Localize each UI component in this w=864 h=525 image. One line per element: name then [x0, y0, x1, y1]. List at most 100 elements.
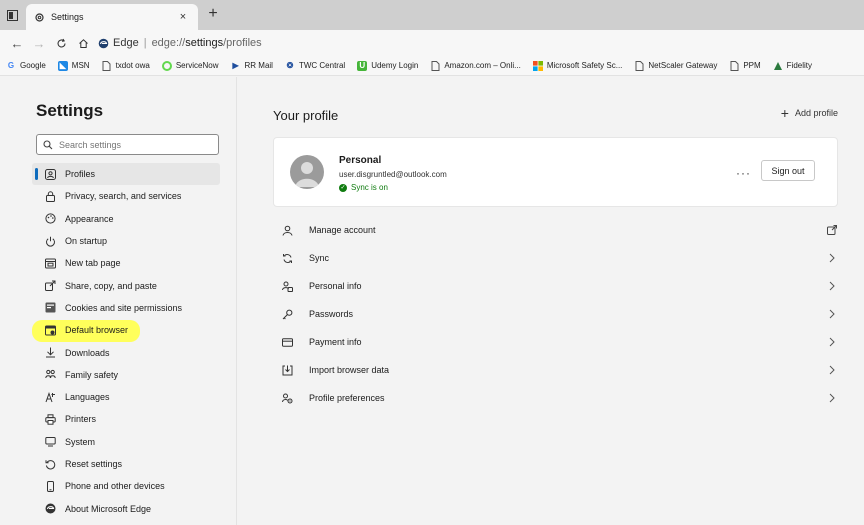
sidebar-item-share-copy-paste[interactable]: Share, copy, and paste	[32, 274, 220, 296]
sidebar-item-about-edge[interactable]: About Microsoft Edge	[32, 497, 220, 519]
rrmail-icon: ▶	[232, 61, 239, 70]
more-options-button[interactable]: ···	[736, 166, 751, 180]
sidebar-item-on-startup[interactable]: On startup	[32, 230, 220, 252]
sidebar-item-family-safety[interactable]: Family safety	[32, 364, 220, 386]
add-profile-label: Add profile	[794, 108, 838, 118]
forward-button[interactable]: →	[28, 32, 50, 54]
sidebar-item-new-tab-page[interactable]: New tab page	[32, 252, 220, 274]
menu-item-label: Profile preferences	[309, 393, 385, 403]
new-tab-button[interactable]: +	[204, 5, 222, 23]
menu-item-personal-info[interactable]: Personal info	[273, 272, 838, 300]
menu-item-label: Manage account	[309, 225, 376, 235]
sidebar-item-printers[interactable]: Printers	[32, 408, 220, 430]
bookmark-twc-central[interactable]: ❂ TWC Central	[285, 61, 346, 71]
sync-icon	[281, 252, 293, 264]
sidebar-item-label: Share, copy, and paste	[65, 280, 157, 291]
menu-item-manage-account[interactable]: Manage account	[273, 216, 838, 244]
sidebar-item-label: About Microsoft Edge	[65, 503, 152, 514]
bookmark-txdot-owa[interactable]: txdot owa	[102, 60, 150, 71]
sidebar-item-label: Profiles	[65, 169, 96, 180]
tab-settings[interactable]: Settings ×	[26, 4, 198, 30]
bookmark-google[interactable]: G Google	[6, 61, 46, 71]
menu-item-payment-info[interactable]: Payment info	[273, 328, 838, 356]
sidebar-item-cookies[interactable]: Cookies and site permissions	[32, 297, 220, 319]
bookmark-servicenow[interactable]: ServiceNow	[161, 60, 219, 71]
microsoft-icon	[532, 60, 543, 71]
bookmark-rr-mail[interactable]: ▶ RR Mail	[231, 61, 273, 71]
bookmark-label: NetScaler Gateway	[648, 61, 718, 70]
menu-item-profile-preferences[interactable]: Profile preferences	[273, 384, 838, 412]
chevron-right-icon	[826, 308, 838, 320]
menu-item-passwords[interactable]: Passwords	[273, 300, 838, 328]
sidebar-item-privacy[interactable]: Privacy, search, and services	[32, 185, 220, 207]
sidebar-item-label: Default browser	[65, 325, 129, 336]
newtab-icon	[44, 257, 56, 269]
refresh-button[interactable]	[50, 32, 72, 54]
bookmark-label: PPM	[743, 61, 761, 70]
page-icon	[102, 60, 112, 71]
menu-item-import-browser-data[interactable]: Import browser data	[273, 356, 838, 384]
chevron-right-icon	[826, 280, 838, 292]
bookmark-amazon[interactable]: Amazon.com – Onli...	[430, 60, 521, 71]
menu-item-label: Sync	[309, 253, 330, 263]
bookmark-microsoft-safety[interactable]: Microsoft Safety Sc...	[532, 60, 623, 71]
download-icon	[44, 347, 56, 359]
chevron-right-icon	[826, 392, 838, 404]
bookmark-udemy-login[interactable]: U Udemy Login	[357, 60, 419, 71]
sidebar-item-label: Reset settings	[65, 459, 123, 469]
fidelity-icon	[773, 61, 783, 71]
sidebar-item-default-browser[interactable]: Default browser	[32, 319, 220, 341]
plus-icon: +	[780, 105, 789, 121]
search-input[interactable]	[59, 139, 209, 150]
sidebar-item-appearance[interactable]: Appearance	[32, 208, 220, 230]
sign-out-button[interactable]: Sign out	[761, 160, 815, 181]
bookmark-ppm[interactable]: PPM	[729, 60, 761, 71]
bookmark-label: ServiceNow	[175, 61, 219, 70]
sidebar-item-profiles[interactable]: Profiles	[32, 163, 220, 186]
menu-item-sync[interactable]: Sync	[273, 244, 838, 272]
settings-sidebar: Settings Profiles Privacy, search, and s…	[0, 77, 237, 525]
address-bar[interactable]: Edge | edge://settings/profiles	[98, 32, 262, 54]
sidebar-item-system[interactable]: System	[32, 431, 220, 453]
address-suffix: /profiles	[223, 37, 262, 49]
cookies-icon	[44, 302, 56, 314]
external-link-icon[interactable]	[826, 224, 838, 236]
bookmark-msn[interactable]: ◣ MSN	[57, 60, 90, 71]
sidebar-item-phone-devices[interactable]: Phone and other devices	[32, 475, 220, 497]
profile-page: Your profile + Add profile Personal user…	[238, 77, 864, 525]
sidebar-item-downloads[interactable]: Downloads	[32, 341, 220, 363]
system-icon	[44, 436, 56, 448]
profile-prefs-icon	[281, 392, 293, 404]
address-brand: Edge	[113, 37, 139, 49]
home-button[interactable]	[72, 32, 94, 54]
sidebar-item-label: Printers	[65, 414, 97, 425]
import-icon	[281, 364, 293, 376]
sidebar-item-reset-settings[interactable]: Reset settings	[32, 453, 220, 475]
profile-icon	[44, 168, 56, 180]
printer-icon	[44, 413, 56, 425]
edge-icon	[98, 38, 109, 49]
back-button[interactable]: ←	[6, 32, 28, 54]
personal-info-icon	[281, 280, 293, 292]
profile-email: user.disgruntled@outlook.com	[339, 170, 447, 179]
tab-actions-icon[interactable]	[4, 7, 20, 23]
bookmark-netscaler-gateway[interactable]: NetScaler Gateway	[634, 60, 718, 71]
google-icon: G	[7, 61, 15, 70]
menu-item-label: Payment info	[309, 337, 362, 347]
phone-icon	[44, 480, 56, 492]
sidebar-item-languages[interactable]: Languages	[32, 386, 220, 408]
address-separator: |	[143, 37, 147, 49]
card-icon	[281, 336, 293, 348]
bookmark-label: Google	[20, 61, 46, 70]
bookmark-label: Microsoft Safety Sc...	[546, 61, 623, 70]
bookmark-fidelity[interactable]: Fidelity	[773, 61, 812, 71]
close-icon[interactable]: ×	[176, 11, 190, 23]
bookmark-label: Udemy Login	[371, 61, 419, 70]
add-profile-button[interactable]: + Add profile	[780, 105, 838, 121]
page-icon	[634, 60, 644, 71]
sidebar-item-label: Appearance	[65, 213, 114, 224]
tab-bar: Settings × +	[0, 0, 864, 30]
search-box[interactable]	[36, 134, 219, 155]
chevron-right-icon	[826, 252, 838, 264]
bookmarks-bar: G Google ◣ MSN txdot owa ServiceNow ▶ RR Ma…	[0, 56, 864, 76]
